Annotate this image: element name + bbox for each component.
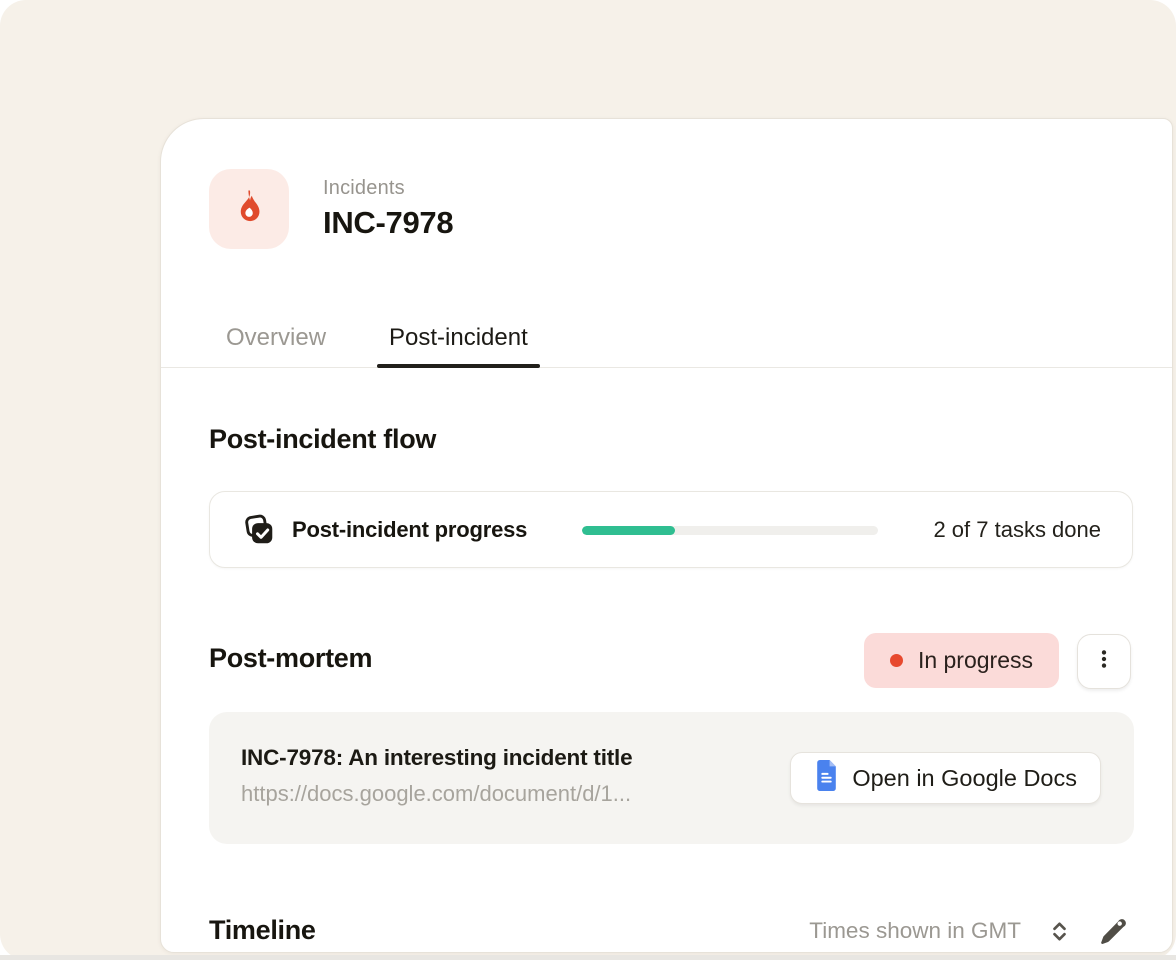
kebab-menu-icon — [1089, 644, 1119, 679]
tab-post-incident[interactable]: Post-incident — [377, 319, 540, 367]
incident-id: INC-7978 — [323, 205, 453, 241]
post-incident-progress-card[interactable]: Post-incident progress 2 of 7 tasks done — [209, 491, 1133, 568]
timeline-header-row: Timeline Times shown in GMT — [161, 911, 1172, 951]
status-badge[interactable]: In progress — [864, 633, 1059, 688]
incident-panel: Incidents INC-7978 Overview Post-inciden… — [160, 118, 1173, 953]
open-in-google-docs-button[interactable]: Open in Google Docs — [790, 752, 1101, 804]
post-mortem-doc-card: INC-7978: An interesting incident title … — [209, 712, 1134, 844]
post-mortem-menu-button[interactable] — [1077, 634, 1131, 689]
tab-post-incident-label: Post-incident — [389, 324, 528, 351]
post-mortem-heading: Post-mortem — [209, 643, 372, 674]
tab-overview[interactable]: Overview — [214, 319, 338, 367]
status-badge-label: In progress — [918, 647, 1033, 674]
timeline-controls: Times shown in GMT — [809, 911, 1129, 951]
doc-title: INC-7978: An interesting incident title — [241, 745, 632, 771]
active-tab-underline — [377, 364, 540, 368]
checklist-icon — [242, 513, 276, 547]
timeline-heading: Timeline — [209, 915, 316, 946]
google-docs-icon — [814, 760, 839, 797]
status-dot-icon — [890, 654, 903, 667]
tab-bar: Overview Post-incident — [161, 319, 1172, 368]
bottom-edge-divider — [0, 955, 1176, 960]
screenshot-frame: Incidents INC-7978 Overview Post-inciden… — [0, 0, 1176, 960]
timezone-label: Times shown in GMT — [809, 918, 1021, 944]
pencil-icon[interactable] — [1098, 916, 1129, 947]
flow-section-heading: Post-incident flow — [209, 424, 436, 455]
flame-icon — [230, 188, 268, 231]
incident-header-text: Incidents INC-7978 — [323, 177, 453, 241]
post-mortem-header-row: Post-mortem In progress — [161, 633, 1172, 689]
open-button-label: Open in Google Docs — [852, 765, 1077, 792]
progress-bar — [582, 526, 878, 535]
tasks-done-text: 2 of 7 tasks done — [933, 492, 1101, 567]
chevron-up-down-icon[interactable] — [1046, 918, 1073, 945]
incident-header: Incidents INC-7978 — [209, 169, 453, 249]
progress-label: Post-incident progress — [292, 517, 527, 543]
doc-url: https://docs.google.com/document/d/1... — [241, 781, 631, 807]
incident-type-tile — [209, 169, 289, 249]
progress-bar-fill — [582, 526, 675, 535]
incident-category-label: Incidents — [323, 177, 453, 200]
